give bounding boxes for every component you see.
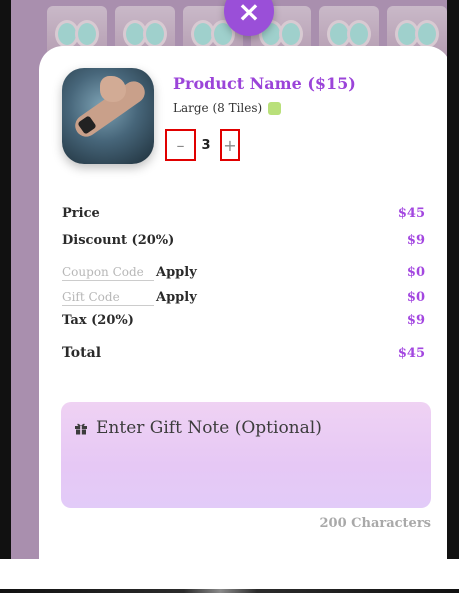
gift-code-input[interactable]: Gift Code [62,290,154,306]
total-value: $45 [397,346,425,361]
price-value: $45 [397,206,425,221]
gift-note-input[interactable]: Enter Gift Note (Optional) [61,402,431,508]
product-title: Product Name ($15) [173,74,356,93]
gift-code-row: Gift Code Apply $0 [62,286,425,306]
total-row: Total $45 [62,345,425,361]
gift-note-placeholder: Enter Gift Note (Optional) [96,418,322,438]
tax-label: Tax (20%) [62,313,134,328]
coupon-row: Coupon Code Apply $0 [62,261,425,281]
price-row: Price $45 [62,206,425,221]
discount-label: Discount (20%) [62,233,175,248]
gift-code-value: $0 [406,290,425,305]
character-limit: 200 Characters [319,516,431,531]
gift-code-apply-button[interactable]: Apply [156,290,197,305]
color-swatch [268,101,282,115]
product-image [62,68,154,164]
size-label: Large (8 Tiles) [173,101,263,115]
bottom-edge [0,559,459,593]
coupon-apply-button[interactable]: Apply [156,265,197,280]
increment-button[interactable]: + [220,129,240,161]
size-option: Large (8 Tiles) [173,101,282,115]
quantity-value: 3 [201,137,211,153]
tax-value: $9 [406,313,425,328]
gift-icon [74,421,88,435]
discount-row: Discount (20%) $9 [62,233,425,248]
coupon-value: $0 [406,265,425,280]
total-label: Total [62,345,102,361]
quantity-stepper: – 3 + [165,128,243,162]
discount-value: $9 [406,233,425,248]
phone-frame: × Product Name ($15) Large (8 Tiles) – 3… [0,0,459,559]
cart-sheet: Product Name ($15) Large (8 Tiles) – 3 +… [39,46,447,559]
close-icon: × [237,0,261,28]
coupon-code-input[interactable]: Coupon Code [62,265,154,281]
tax-row: Tax (20%) $9 [62,313,425,328]
price-label: Price [62,206,100,221]
decrement-button[interactable]: – [165,129,196,161]
product-background: × Product Name ($15) Large (8 Tiles) – 3… [11,0,447,559]
